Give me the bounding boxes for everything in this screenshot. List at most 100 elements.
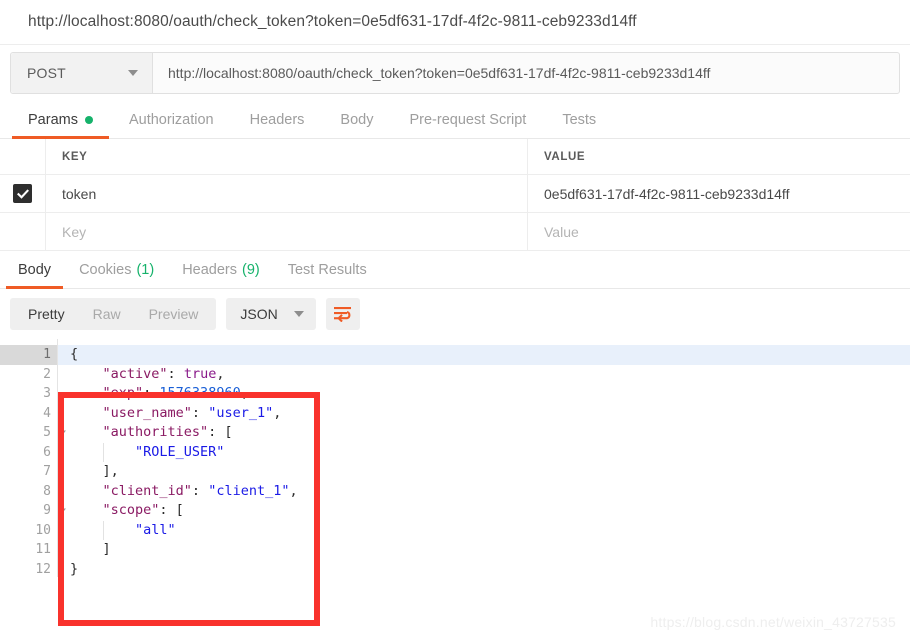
editor-gutter: 1 2 3 4 5 6 7 8 9 10 11 12 [0,339,66,577]
code-token: , [240,385,249,401]
code-token: , [273,404,282,421]
table-row: token 0e5df631-17df-4f2c-9811-ceb9233d14… [0,175,910,213]
indent-guide [103,520,104,540]
tab-tests-label: Tests [562,111,597,128]
http-method-select[interactable]: POST [11,53,153,93]
view-mode-preview-label: Preview [148,306,199,322]
editor-line-number: 10 [35,522,51,538]
response-tab-body-label: Body [18,261,52,278]
code-token: "authorities" [70,424,209,440]
params-empty-checkbox-cell [0,213,46,250]
response-tabs: Body Cookies (1) Headers (9) Test Result… [0,251,910,289]
editor-line-number: 5 [0,423,66,443]
table-row-empty: Key Value [0,213,910,251]
editor-code-line: "active": true, [58,365,910,385]
view-mode-raw[interactable]: Raw [79,298,135,330]
code-token: : [167,365,184,382]
code-token: , [216,365,225,382]
tab-tests[interactable]: Tests [544,101,614,138]
response-tab-headers-label: Headers [182,261,237,278]
code-token: "active" [70,365,168,382]
view-mode-pretty[interactable]: Pretty [14,298,79,330]
code-token: "scope" [70,502,160,518]
response-tab-headers[interactable]: Headers (9) [168,251,274,288]
code-token: "all" [135,521,176,538]
code-token: : [191,482,209,499]
request-bar-inner: POST http://localhost:8080/oauth/check_t… [10,52,900,94]
response-format-select[interactable]: JSON [226,298,316,330]
request-tabs: Params Authorization Headers Body Pre-re… [0,101,910,139]
response-tab-test-results-label: Test Results [287,261,367,278]
param-value-input[interactable]: 0e5df631-17df-4f2c-9811-ceb9233d14ff [528,175,910,212]
code-token: : [143,385,160,401]
editor-line-number: 2 [43,366,51,382]
response-format-label: JSON [240,306,278,322]
code-token: true [183,365,217,382]
param-key-placeholder: Key [62,223,87,240]
check-icon [16,188,29,199]
code-token: { [70,346,79,362]
editor-code-line: { [58,345,910,365]
tab-authorization[interactable]: Authorization [111,101,232,138]
tab-pre-request-script[interactable]: Pre-request Script [391,101,544,138]
tab-headers[interactable]: Headers [232,101,323,138]
editor-code-line: "scope": [ [58,501,910,521]
editor-code-line: ], [58,462,910,482]
view-mode-pretty-label: Pretty [28,306,65,322]
watermark-text: https://blog.csdn.net/weixin_43727535 [650,614,896,630]
code-token: , [289,482,298,499]
tab-params[interactable]: Params [10,101,111,139]
param-value-input-empty[interactable]: Value [528,213,910,250]
code-token: ], [70,463,119,479]
code-token: "user_name" [70,404,192,421]
tab-pre-request-script-label: Pre-request Script [409,111,527,128]
params-table: KEY VALUE token 0e5df631-17df-4f2c-9811-… [0,139,910,251]
editor-code-line: "authorities": [ [58,423,910,443]
view-mode-group: Pretty Raw Preview [10,298,217,330]
tab-body[interactable]: Body [322,101,391,138]
params-table-header-row: KEY VALUE [0,139,910,175]
editor-line-number: 6 [43,444,51,460]
editor-code-line: "ROLE_USER" [58,443,910,463]
request-url-input[interactable]: http://localhost:8080/oauth/check_token?… [153,53,899,93]
word-wrap-button[interactable] [325,298,360,330]
params-modified-dot-icon [84,115,93,124]
code-token: : [ [208,424,233,440]
param-key-input[interactable]: token [46,175,528,212]
view-mode-preview[interactable]: Preview [135,298,213,330]
tab-params-label: Params [28,111,78,128]
param-key-input-empty[interactable]: Key [46,213,528,250]
tab-headers-label: Headers [249,111,305,128]
editor-code-line: } [58,560,910,578]
response-tab-test-results[interactable]: Test Results [274,251,381,288]
editor-line-number: 3 [43,386,51,401]
editor-line-number: 1 [0,345,66,365]
editor-code-line: ] [58,540,910,560]
params-header-key: KEY [46,139,528,174]
word-wrap-icon [334,307,352,322]
response-tab-cookies[interactable]: Cookies (1) [65,251,168,288]
response-body-editor[interactable]: 1 2 3 4 5 6 7 8 9 10 11 12 { "active": true, "exp":… [0,339,910,577]
param-value-placeholder: Value [544,223,579,240]
editor-line-number: 9 [0,501,66,521]
code-token: ] [70,541,111,557]
editor-line-number: 7 [43,464,51,479]
response-tab-body[interactable]: Body [4,251,65,289]
param-enabled-checkbox[interactable] [13,184,32,203]
code-token: : [ [159,502,184,518]
params-header-value: VALUE [544,150,586,163]
params-row-checkbox-cell [0,175,46,212]
code-token: } [70,560,79,577]
param-key-value: token [62,185,97,202]
editor-code-line: "user_name": "user_1", [58,404,910,424]
editor-code-area[interactable]: { "active": true, "exp": 1576338960, "us… [58,339,910,577]
editor-line-number: 12 [35,561,51,577]
code-token: "client_id" [70,482,192,499]
editor-code-line: "all" [58,521,910,541]
code-token: "client_1" [208,482,290,499]
response-tab-cookies-label: Cookies [79,261,132,278]
code-token: 1576338960 [159,385,241,401]
tab-authorization-label: Authorization [128,111,214,128]
response-tab-headers-count: (9) [242,261,260,278]
tab-body-label: Body [340,111,374,128]
